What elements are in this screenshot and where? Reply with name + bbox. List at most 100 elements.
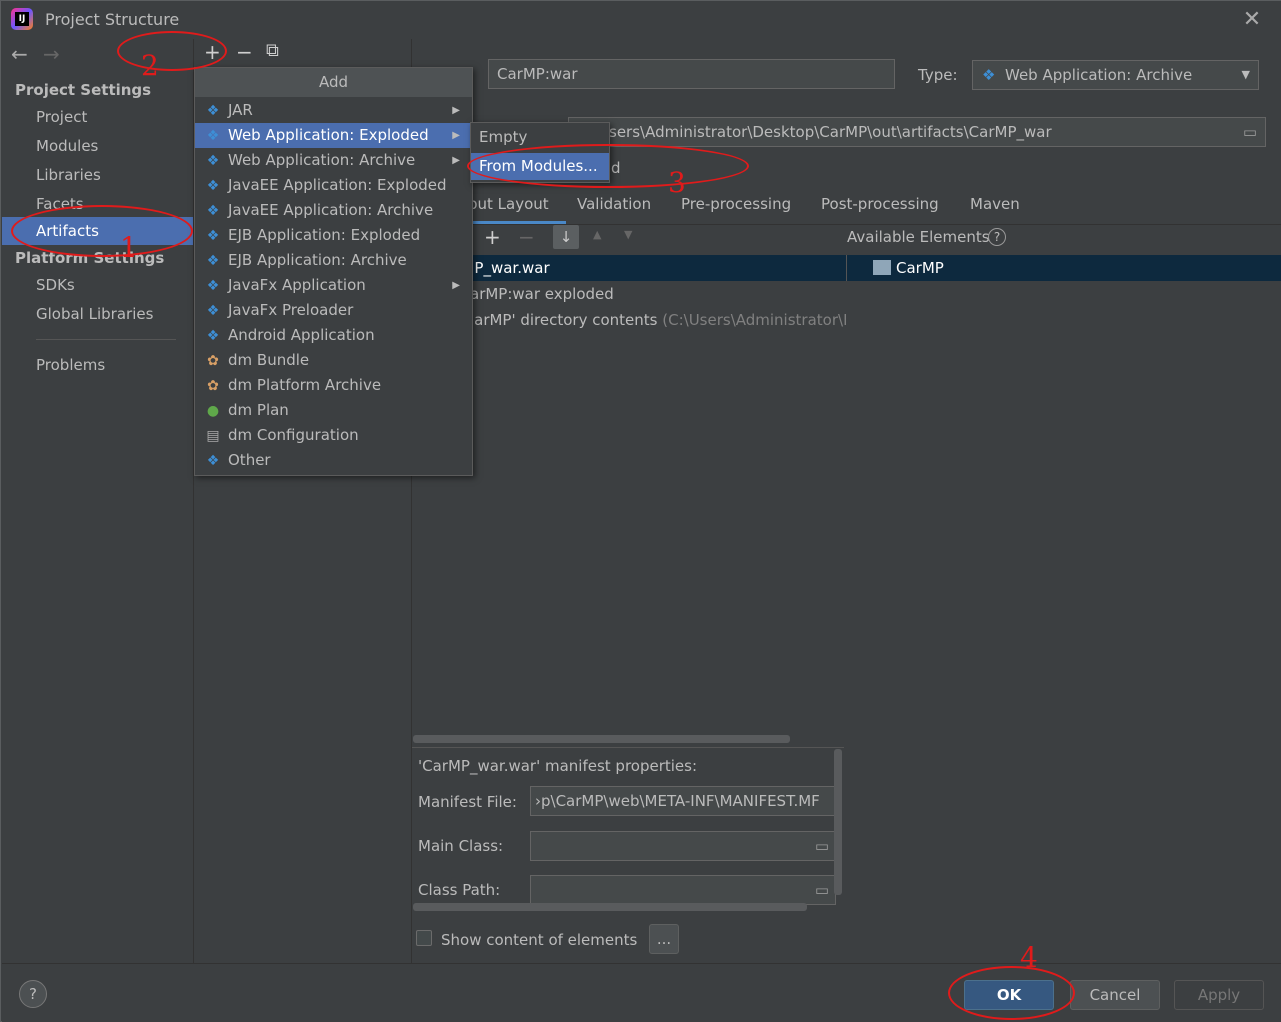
- annotation-circle-from-modules: [467, 144, 749, 188]
- popup-item-javaee-application-archive[interactable]: ❖ JavaEE Application: Archive: [195, 198, 472, 223]
- popup-item-ejb-application-archive[interactable]: ❖ EJB Application: Archive: [195, 248, 472, 273]
- javaee-icon: ❖: [206, 203, 220, 219]
- annotation-number-2: 2: [141, 49, 159, 82]
- sidebar-item-modules[interactable]: Modules: [2, 132, 193, 160]
- web-app-icon: ❖: [206, 153, 220, 169]
- sort-icon[interactable]: ↓: [553, 225, 579, 249]
- popup-item-dm-configuration[interactable]: ▤ dm Configuration: [195, 423, 472, 448]
- class-path-folder-icon[interactable]: ▭: [815, 876, 829, 904]
- manifest-file-input[interactable]: ›p\CarMP\web\META-INF\MANIFEST.MF: [530, 786, 836, 816]
- diamond-icon: ❖: [206, 278, 220, 294]
- move-up-icon[interactable]: ▲: [593, 228, 601, 241]
- show-content-label: Show content of elements: [441, 931, 638, 949]
- diamond-icon: ❖: [206, 103, 220, 119]
- project-structure-window: IJ Project Structure ✕ ← → Project Setti…: [0, 0, 1281, 1022]
- sidebar-item-sdks[interactable]: SDKs: [2, 271, 193, 299]
- ellipsis-button[interactable]: ...: [649, 924, 679, 954]
- add-artifact-popup: Add ❖ JAR ▶ ❖ Web Application: Exploded ▶ ❖ Web…: [194, 67, 473, 476]
- layout-horizontal-scrollbar[interactable]: [413, 735, 790, 743]
- help-icon[interactable]: ?: [988, 228, 1006, 246]
- apply-button[interactable]: Apply: [1174, 980, 1264, 1010]
- tab-validation[interactable]: Validation: [577, 195, 651, 213]
- show-content-checkbox[interactable]: [416, 930, 432, 946]
- artifact-name-input[interactable]: CarMP:war: [488, 59, 895, 89]
- tab-maven[interactable]: Maven: [970, 195, 1020, 213]
- tree-row-war[interactable]: IP_war.war: [470, 259, 550, 277]
- window-title: Project Structure: [45, 10, 180, 29]
- popup-item-label: JAR: [228, 101, 253, 119]
- globe-icon: ●: [206, 403, 220, 419]
- move-down-icon[interactable]: ▼: [624, 228, 632, 241]
- sidebar-item-problems[interactable]: Problems: [2, 351, 193, 379]
- popup-item-label: JavaEE Application: Archive: [228, 201, 434, 219]
- submenu-arrow-icon: ▶: [452, 130, 460, 141]
- diamond-icon: ❖: [206, 453, 220, 469]
- back-arrow-icon[interactable]: ←: [11, 42, 28, 66]
- popup-item-label: JavaFx Application: [228, 276, 366, 294]
- popup-item-label: dm Bundle: [228, 351, 310, 369]
- tree-row-war-exploded[interactable]: arMP:war exploded: [470, 285, 614, 303]
- diamond-icon: ❖: [206, 303, 220, 319]
- help-button[interactable]: ?: [19, 980, 47, 1008]
- dialog-button-bar: ? OK Cancel Apply: [2, 963, 1281, 1022]
- bundle-icon: ✿: [207, 378, 219, 394]
- annotation-circle-artifacts: [11, 205, 193, 257]
- popup-item-dm-platform-archive[interactable]: ✿ dm Platform Archive: [195, 373, 472, 398]
- sidebar-divider: [36, 339, 176, 340]
- sidebar-item-project[interactable]: Project: [2, 103, 193, 131]
- manifest-vertical-scrollbar[interactable]: [834, 749, 842, 895]
- popup-item-jar[interactable]: ❖ JAR ▶: [195, 98, 472, 123]
- popup-item-dm-bundle[interactable]: ✿ dm Bundle: [195, 348, 472, 373]
- forward-arrow-icon[interactable]: →: [43, 42, 60, 66]
- submenu-arrow-icon: ▶: [452, 155, 460, 166]
- popup-item-label: JavaFx Preloader: [228, 301, 354, 319]
- tabs-divider: [412, 224, 1281, 225]
- popup-item-label: Web Application: Exploded: [228, 126, 429, 144]
- document-icon: ▤: [206, 428, 220, 444]
- remove-icon[interactable]: −: [236, 40, 253, 64]
- layout-remove-icon[interactable]: −: [518, 225, 535, 249]
- project-settings-heading: Project Settings: [15, 81, 152, 99]
- close-icon[interactable]: ✕: [1241, 7, 1263, 32]
- intellij-app-icon: IJ: [11, 8, 33, 30]
- popup-item-javafx-application[interactable]: ❖ JavaFx Application ▶: [195, 273, 472, 298]
- artifact-type-select[interactable]: ❖ Web Application: Archive ▼: [972, 60, 1259, 90]
- popup-item-javafx-preloader[interactable]: ❖ JavaFx Preloader: [195, 298, 472, 323]
- sidebar-item-global-libraries[interactable]: Global Libraries: [2, 300, 193, 328]
- class-path-input[interactable]: ▭: [530, 875, 836, 905]
- popup-item-label: dm Platform Archive: [228, 376, 382, 394]
- submenu-arrow-icon: ▶: [452, 280, 460, 291]
- tab-pre-processing[interactable]: Pre-processing: [681, 195, 791, 213]
- popup-item-android-application[interactable]: ❖ Android Application: [195, 323, 472, 348]
- bundle-icon: ✿: [207, 353, 219, 369]
- sidebar-item-libraries[interactable]: Libraries: [2, 161, 193, 189]
- available-element-carmp[interactable]: CarMP: [896, 259, 944, 277]
- manifest-heading: 'CarMP_war.war' manifest properties:: [418, 757, 698, 775]
- ejb-icon: ❖: [206, 253, 220, 269]
- popup-item-label: EJB Application: Archive: [228, 251, 407, 269]
- main-class-folder-icon[interactable]: ▭: [815, 832, 829, 860]
- layout-add-icon[interactable]: +: [484, 225, 501, 249]
- tree-row-directory-contents[interactable]: 'arMP' directory contents (C:\Users\Admi…: [470, 311, 846, 329]
- popup-item-web-application-exploded[interactable]: ❖ Web Application: Exploded ▶: [195, 123, 472, 148]
- popup-item-dm-plan[interactable]: ● dm Plan: [195, 398, 472, 423]
- popup-item-label: Other: [228, 451, 271, 469]
- folder-icon[interactable]: ▭: [1243, 118, 1257, 146]
- tab-output-layout[interactable]: put Layout: [468, 195, 549, 213]
- popup-item-other[interactable]: ❖ Other: [195, 448, 472, 473]
- manifest-file-label: Manifest File:: [418, 793, 517, 811]
- manifest-horizontal-scrollbar[interactable]: [413, 903, 807, 911]
- popup-item-ejb-application-exploded[interactable]: ❖ EJB Application: Exploded: [195, 223, 472, 248]
- cancel-button[interactable]: Cancel: [1070, 980, 1160, 1010]
- tree-splitter[interactable]: [846, 255, 847, 281]
- copy-icon[interactable]: ⧉: [266, 40, 279, 61]
- manifest-panel: 'CarMP_war.war' manifest properties: Man…: [412, 747, 844, 912]
- output-directory-input[interactable]: sers\Administrator\Desktop\CarMP\out\art…: [568, 117, 1266, 147]
- popup-item-javaee-application-exploded[interactable]: ❖ JavaEE Application: Exploded: [195, 173, 472, 198]
- annotation-number-1: 1: [120, 231, 138, 264]
- popup-item-web-application-archive[interactable]: ❖ Web Application: Archive ▶: [195, 148, 472, 173]
- popup-item-label: dm Plan: [228, 401, 289, 419]
- tab-post-processing[interactable]: Post-processing: [821, 195, 939, 213]
- popup-item-label: Android Application: [228, 326, 375, 344]
- main-class-input[interactable]: ▭: [530, 831, 836, 861]
